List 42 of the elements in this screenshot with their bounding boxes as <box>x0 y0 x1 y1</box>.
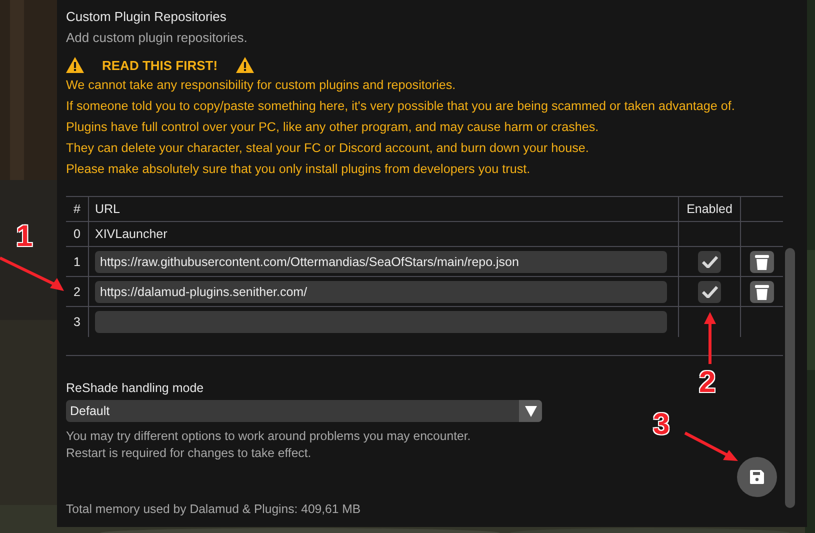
enabled-checkbox[interactable] <box>698 250 721 272</box>
warning-text: We cannot take any responsibility for custom plugins and repositories. <box>66 77 456 94</box>
trash-icon <box>755 254 769 270</box>
memory-usage-text: Total memory used by Dalamud & Plugins: 409,61 MB <box>66 501 361 517</box>
warning-heading: READ THIS FIRST! <box>102 58 218 72</box>
checkmark-icon <box>702 256 718 268</box>
dropdown-arrow-icon <box>524 406 536 416</box>
column-header: Enabled <box>686 202 732 216</box>
url-field[interactable] <box>95 311 667 333</box>
url-field[interactable]: https://dalamud-plugins.senither.com/ <box>95 280 667 302</box>
annotation-number: 2 <box>699 368 716 398</box>
delete-button[interactable] <box>750 250 774 272</box>
trash-icon <box>755 284 769 300</box>
annotation-arrow <box>683 430 739 464</box>
column-header: URL <box>95 202 120 216</box>
warning-text: Plugins have full control over your PC, like any other program, and may cause harm or crashes. <box>66 119 599 136</box>
warning-icon <box>66 57 84 73</box>
save-button[interactable] <box>737 457 777 497</box>
setting-label: ReShade handling mode <box>66 380 204 396</box>
warning-icon <box>236 57 254 73</box>
row-index: 0 <box>74 227 80 241</box>
warning-text: Please make absolutely sure that you only install plugins from developers you trust. <box>66 161 530 178</box>
scrollbar-thumb[interactable] <box>785 248 795 508</box>
delete-button[interactable] <box>750 280 774 302</box>
url-text: XIVLauncher <box>95 227 168 241</box>
column-header: # <box>74 202 80 216</box>
warning-text: If someone told you to copy/paste something here, it's very possible that you are being scammed or taken advantage of. <box>66 98 735 115</box>
warning-text: They can delete your character, steal your FC or Discord account, and burn down your house. <box>66 140 589 157</box>
annotation-arrow <box>703 312 717 364</box>
checkmark-icon <box>702 286 718 298</box>
annotation-number: 3 <box>653 410 670 440</box>
annotation-number: 1 <box>16 222 33 252</box>
row-index: 2 <box>74 284 80 298</box>
mode-dropdown[interactable]: Default <box>66 400 542 422</box>
help-text: You may try different options to work around problems you may encounter. <box>66 428 471 444</box>
help-text: Restart is required for changes to take effect. <box>66 444 312 461</box>
section-title: Custom Plugin Repositories <box>66 8 226 26</box>
row-index: 1 <box>74 254 80 268</box>
url-field[interactable]: https://raw.githubusercontent.com/Ottermandias/SeaOfStars/main/repo.json <box>95 250 667 272</box>
section-description: Add custom plugin repositories. <box>66 29 248 47</box>
row-index: 3 <box>74 315 80 329</box>
enabled-checkbox[interactable] <box>698 280 721 302</box>
